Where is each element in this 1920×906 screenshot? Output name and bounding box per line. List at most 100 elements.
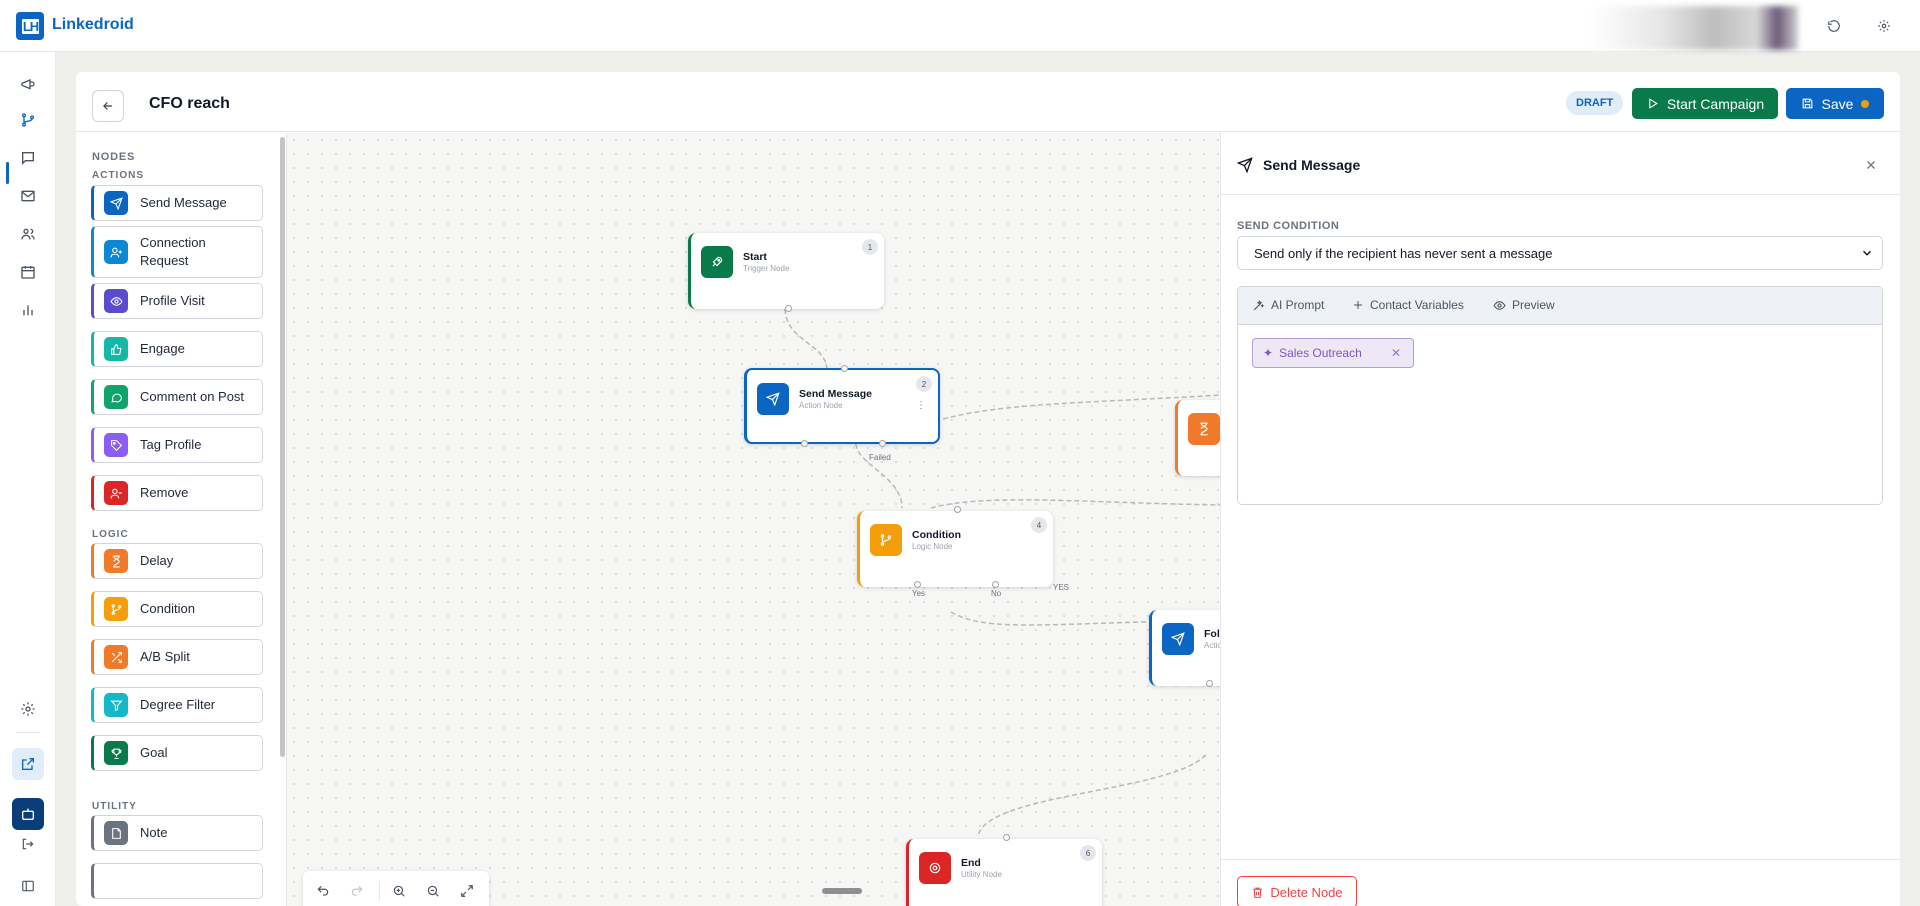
node-condition[interactable]: Condition Logic Node 4 (857, 506, 1053, 588)
tab-ai-prompt[interactable]: AI Prompt (1252, 298, 1324, 312)
input-port[interactable] (1003, 834, 1010, 841)
palette-item-partial[interactable] (91, 863, 263, 899)
port-label-no: No (991, 589, 1002, 598)
delete-node-button[interactable]: Delete Node (1237, 876, 1357, 906)
save-label: Save (1821, 95, 1854, 112)
section-label-actions: ACTIONS (92, 170, 144, 181)
section-label-utility: UTILITY (92, 801, 137, 812)
output-port[interactable] (801, 440, 808, 447)
node-send-message[interactable]: Send Message Action Node 2 ⋮ (744, 365, 940, 447)
node-subtitle: Utility Node (961, 870, 1002, 879)
sidebar-toggle-icon[interactable] (16, 874, 40, 898)
send-icon (1162, 623, 1194, 655)
palette-item-note[interactable]: Note (91, 815, 263, 851)
save-button[interactable]: Save (1786, 88, 1884, 119)
redo-icon[interactable] (347, 881, 367, 901)
filter-icon (104, 693, 128, 717)
settings-gear-icon[interactable] (1874, 16, 1894, 36)
trophy-icon (104, 741, 128, 765)
palette-scrollbar[interactable] (280, 137, 285, 757)
tab-preview[interactable]: Preview (1493, 298, 1555, 312)
palette-item-tag-profile[interactable]: Tag Profile (91, 427, 263, 463)
tab-contact-variables[interactable]: Contact Variables (1352, 298, 1464, 312)
send-condition-select[interactable]: Send only if the recipient has never sen… (1237, 236, 1883, 270)
brand-name[interactable]: Linkedroid (52, 16, 134, 34)
bar-chart-icon[interactable] (16, 298, 40, 322)
workflow-canvas[interactable]: Start Trigger Node 1 Send Message Action… (286, 133, 1220, 906)
input-port[interactable] (954, 506, 961, 513)
node-delay[interactable] (1175, 400, 1220, 476)
edge-start-send (784, 308, 828, 372)
trash-icon (1253, 887, 1263, 898)
logout-icon[interactable] (16, 832, 40, 856)
palette-item-remove[interactable]: Remove (91, 475, 263, 511)
left-nav (0, 52, 56, 906)
palette-title: NODES (92, 151, 136, 163)
close-icon[interactable] (1861, 155, 1881, 175)
back-button[interactable] (92, 90, 124, 122)
start-campaign-button[interactable]: Start Campaign (1632, 88, 1778, 119)
edge-label-yes: YES (1053, 583, 1070, 592)
refresh-icon[interactable] (1824, 16, 1844, 36)
palette-item-engage[interactable]: Engage (91, 331, 263, 367)
failed-port[interactable] (879, 440, 886, 447)
no-port[interactable] (992, 581, 999, 588)
node-title: Start (743, 251, 767, 263)
prompt-chip[interactable]: ✦ Sales Outreach ✕ (1252, 338, 1414, 368)
output-port[interactable] (785, 305, 792, 312)
palette-item-label: Profile Visit (140, 293, 205, 308)
mail-icon[interactable] (16, 184, 40, 208)
megaphone-icon[interactable] (16, 72, 40, 96)
palette-item-degree-filter[interactable]: Degree Filter (91, 687, 263, 723)
palette-item-comment-on-post[interactable]: Comment on Post (91, 379, 263, 415)
fit-view-icon[interactable] (457, 881, 477, 901)
app-logo[interactable]: LH (16, 12, 44, 40)
top-bar: LH Linkedroid (0, 0, 1920, 52)
edge-follow-end (977, 754, 1207, 837)
palette-item-delay[interactable]: Delay (91, 543, 263, 579)
palette-item-label: Delay (140, 553, 174, 568)
branch-icon (104, 597, 128, 621)
canvas-scrollbar[interactable] (822, 888, 862, 894)
panel-title: Send Message (1263, 157, 1361, 173)
input-port[interactable] (841, 365, 848, 372)
palette-item-profile-visit[interactable]: Profile Visit (91, 283, 263, 319)
comment-icon (104, 385, 128, 409)
node-start[interactable]: Start Trigger Node 1 (688, 233, 884, 312)
palette-item-send-message[interactable]: Send Message (91, 185, 263, 221)
undo-icon[interactable] (313, 881, 333, 901)
external-link-icon[interactable] (12, 748, 44, 780)
workflow-icon[interactable] (16, 108, 40, 132)
node-follow-up[interactable]: Foll Actio (1149, 610, 1220, 687)
palette-item-label: Condition (140, 601, 195, 616)
output-port[interactable] (1206, 680, 1213, 687)
node-subtitle: Actio (1204, 641, 1220, 650)
calendar-icon[interactable] (16, 260, 40, 284)
node-title: Send Message (799, 388, 872, 400)
settings-icon[interactable] (16, 697, 40, 721)
yes-port[interactable] (914, 581, 921, 588)
palette-item-goal[interactable]: Goal (91, 735, 263, 771)
campaign-title[interactable]: CFO reach (149, 95, 230, 113)
tab-label: Contact Variables (1370, 298, 1464, 312)
node-end[interactable]: End Utility Node 6 (906, 834, 1102, 906)
zoom-out-icon[interactable] (423, 881, 443, 901)
chip-remove-icon[interactable]: ✕ (1391, 346, 1401, 360)
magic-wand-icon (1253, 299, 1265, 310)
palette-item-condition[interactable]: Condition (91, 591, 263, 627)
robot-icon[interactable] (12, 798, 44, 830)
nav-active-indicator (6, 162, 9, 184)
users-icon[interactable] (16, 222, 40, 246)
palette-item-ab-split[interactable]: A/B Split (91, 639, 263, 675)
palette-item-connection-request[interactable]: Connection Request (91, 226, 263, 278)
chat-icon[interactable] (16, 146, 40, 170)
user-profile-area[interactable] (1590, 6, 1798, 50)
zoom-in-icon[interactable] (389, 881, 409, 901)
play-icon (1649, 98, 1658, 109)
message-editor[interactable]: AI Prompt Contact Variables Preview ✦ Sa… (1237, 286, 1883, 505)
section-label-logic: LOGIC (92, 529, 129, 540)
node-menu-icon[interactable]: ⋮ (916, 401, 926, 411)
canvas-toolbar (303, 871, 489, 906)
send-condition-value: Send only if the recipient has never sen… (1254, 245, 1553, 261)
user-plus-icon (104, 240, 128, 264)
